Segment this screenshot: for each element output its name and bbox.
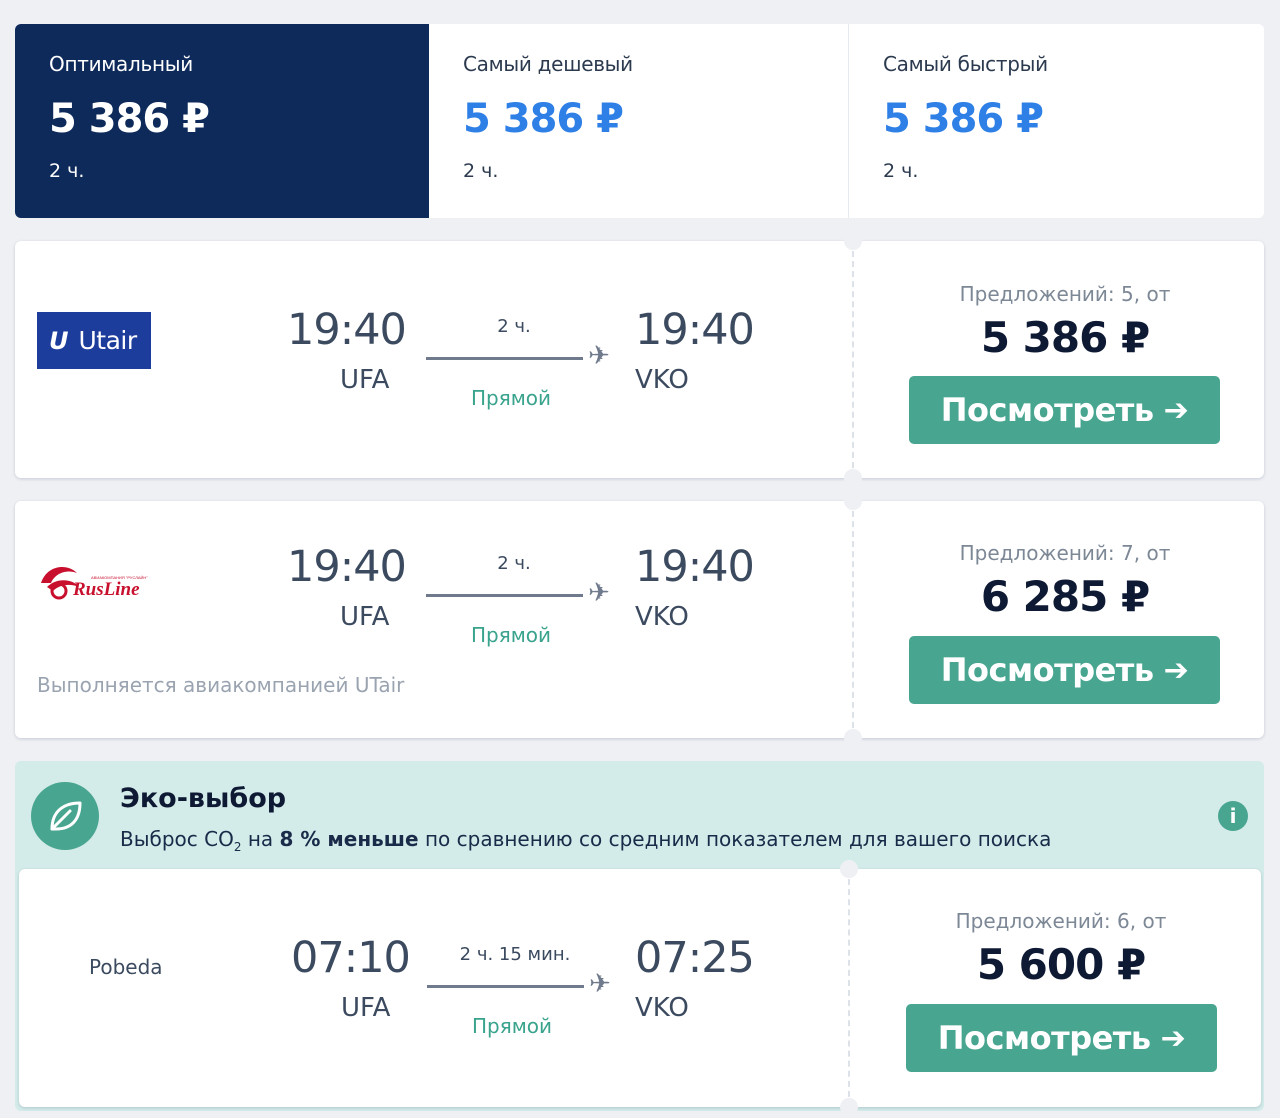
airline-logo: U Utair (37, 312, 151, 369)
depart-code: UFA (340, 365, 390, 395)
plane-icon: ✈ (588, 578, 610, 608)
view-button-label: Посмотреть (940, 391, 1154, 429)
depart-time: 07:10 (291, 933, 411, 983)
sort-tabs: Оптимальный 5 386 ₽ 2 ч. Самый дешевый 5… (15, 24, 1264, 218)
ticket-divider (852, 241, 854, 478)
tab-price: 5 386 ₽ (49, 96, 210, 142)
airline-name: Pobeda (89, 955, 163, 979)
ticket-notch (844, 729, 862, 747)
view-button[interactable]: Посмотреть ➔ (909, 376, 1220, 444)
airline-name: Utair (78, 326, 138, 355)
eco-description: Выброс CO2 на 8 % меньше по сравнению со… (120, 827, 1052, 854)
depart-code: UFA (341, 993, 391, 1023)
ticket-price: 5 386 ₽ (980, 313, 1150, 362)
route-line (426, 594, 583, 597)
rusline-logo-icon: RusLine АВИАКОМПАНИЯ "РУСЛАЙН" (41, 567, 148, 600)
arrow-right-icon: ➔ (1163, 392, 1189, 428)
tab-price: 5 386 ₽ (463, 96, 624, 142)
ticket-notch (840, 1098, 858, 1116)
tab-duration: 2 ч. (883, 160, 919, 182)
view-button[interactable]: Посмотреть ➔ (909, 636, 1220, 704)
view-button[interactable]: Посмотреть ➔ (906, 1004, 1217, 1072)
tab-duration: 2 ч. (463, 160, 499, 182)
info-icon[interactable]: i (1218, 801, 1248, 831)
depart-code: UFA (340, 602, 390, 632)
flight-card[interactable]: RusLine АВИАКОМПАНИЯ "РУСЛАЙН" 19:40 UFA… (15, 492, 1264, 747)
eco-highlight: 8 % меньше (279, 827, 419, 851)
offers-count: Предложений: 5, от (959, 282, 1171, 306)
view-button-label: Посмотреть (940, 651, 1154, 689)
arrive-time: 19:40 (635, 305, 755, 355)
tab-label: Оптимальный (49, 52, 193, 76)
flight-duration: 2 ч. (497, 316, 531, 337)
offers-count: Предложений: 7, от (959, 541, 1171, 565)
route-line (427, 985, 584, 988)
svg-text:АВИАКОМПАНИЯ "РУСЛАЙН": АВИАКОМПАНИЯ "РУСЛАЙН" (91, 575, 148, 580)
ticket-notch (844, 469, 862, 487)
ticket-notch (840, 860, 858, 878)
depart-time: 19:40 (287, 542, 407, 592)
plane-icon: ✈ (588, 341, 610, 371)
leaf-icon (31, 782, 99, 850)
arrow-right-icon: ➔ (1163, 652, 1189, 688)
eco-choice-block: Эко-выбор Выброс CO2 на 8 % меньше по ср… (15, 761, 1264, 1116)
ticket-divider (852, 501, 854, 738)
stops-label: Прямой (471, 1014, 553, 1038)
tab-label: Самый дешевый (463, 52, 633, 76)
utair-mark-icon: U (49, 326, 69, 355)
tab-fastest[interactable]: Самый быстрый 5 386 ₽ 2 ч. (848, 24, 1264, 218)
offers-count: Предложений: 6, от (955, 909, 1167, 933)
ticket-notch (844, 232, 862, 250)
view-button-label: Посмотреть (937, 1019, 1151, 1057)
route-line (426, 357, 583, 360)
tab-price: 5 386 ₽ (883, 96, 1044, 142)
arrow-right-icon: ➔ (1160, 1020, 1186, 1056)
arrive-code: VKO (635, 365, 689, 395)
depart-time: 19:40 (287, 305, 407, 355)
arrive-code: VKO (635, 602, 689, 632)
svg-text:RusLine: RusLine (72, 579, 140, 600)
operated-by: Выполняется авиакомпанией UTair (37, 673, 405, 697)
tab-duration: 2 ч. (49, 160, 85, 182)
stops-label: Прямой (470, 623, 552, 647)
flight-card[interactable]: Pobeda 07:10 UFA 2 ч. 15 мин. ✈ Прямой 0… (19, 860, 1261, 1116)
ticket-price: 5 600 ₽ (976, 940, 1146, 989)
ticket-notch (844, 492, 862, 510)
flight-card[interactable]: U Utair 19:40 UFA 2 ч. ✈ Прямой 19:40 VK… (15, 232, 1264, 487)
flight-duration: 2 ч. 15 мин. (459, 944, 571, 965)
arrive-time: 19:40 (635, 542, 755, 592)
airline-logo: RusLine АВИАКОМПАНИЯ "РУСЛАЙН" (37, 557, 152, 607)
flight-duration: 2 ч. (497, 553, 531, 574)
arrive-time: 07:25 (635, 933, 755, 983)
arrive-code: VKO (635, 993, 689, 1023)
tab-optimal[interactable]: Оптимальный 5 386 ₽ 2 ч. (15, 24, 429, 218)
tab-cheapest[interactable]: Самый дешевый 5 386 ₽ 2 ч. (429, 24, 848, 218)
plane-icon: ✈ (589, 969, 611, 999)
stops-label: Прямой (470, 386, 552, 410)
ticket-price: 6 285 ₽ (980, 572, 1150, 621)
eco-title: Эко-выбор (120, 783, 287, 814)
ticket-divider (848, 869, 850, 1107)
tab-label: Самый быстрый (883, 52, 1048, 76)
